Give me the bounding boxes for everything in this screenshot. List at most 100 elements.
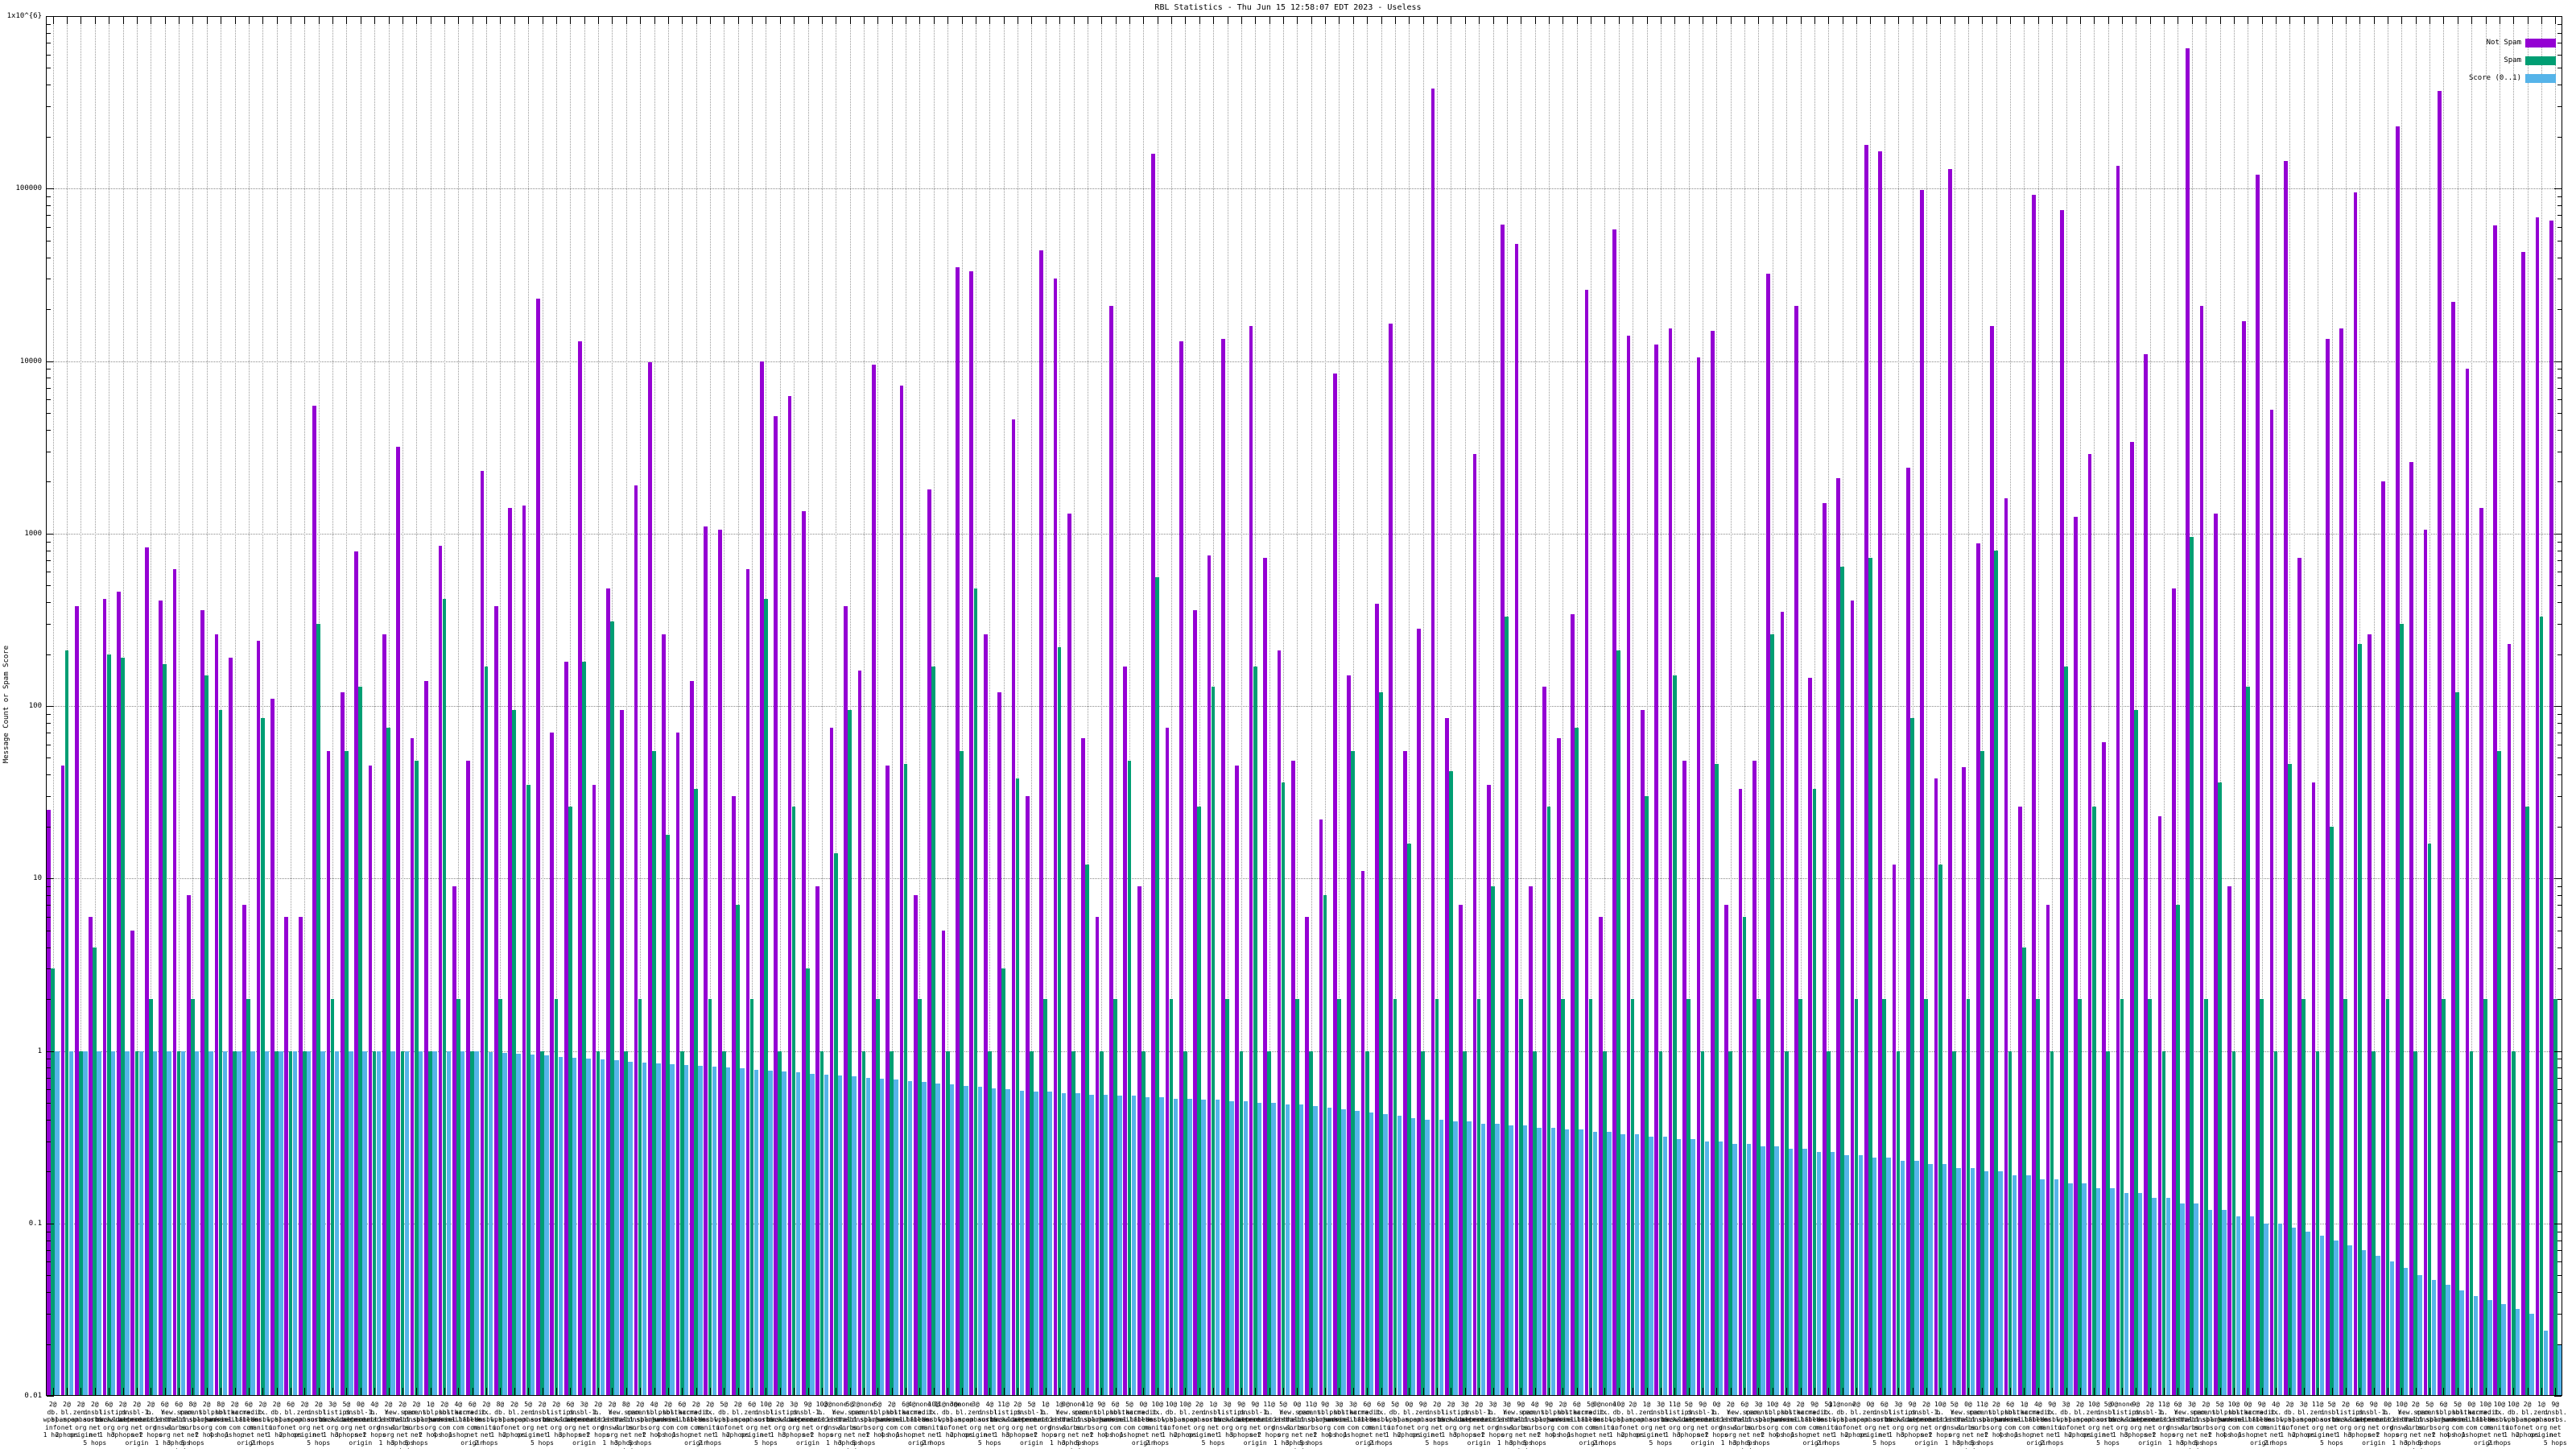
x-tick-label: bl. [1626,1408,1639,1416]
x-tick-label: org [745,1423,758,1431]
x-tick-label: net [984,1423,996,1431]
x-tick-label: origin [1690,1439,1715,1447]
x-tick-label: 9@ [2551,1401,2560,1408]
x-tick-label: 5@ [1684,1401,1693,1408]
chart-title: RBL Statistics - Thu Jun 15 12:58:07 EDT… [1154,3,1422,12]
x-tick-label: org [1892,1423,1905,1431]
x-tick-label: 9@ [2048,1401,2056,1408]
x-tick-label: info [2058,1423,2074,1431]
x-tick-label: bl. [60,1408,73,1416]
x-tick-label: ix. [1599,1408,1611,1416]
x-tick-label: ix. [2269,1408,2282,1416]
x-tick-label: org [117,1423,129,1431]
x-tick-label: net [1850,1423,1863,1431]
x-tick-label: 5 hops [852,1439,876,1447]
x-tick-label: b. [370,1408,378,1416]
x-tick-label: org [326,1423,339,1431]
x-tick-label: 2@ [706,1401,714,1408]
x-tick-label: 3@ [1657,1401,1665,1408]
x-tick-label: 2 hops [922,1439,946,1447]
x-tick-label: ix. [704,1408,716,1416]
x-tick-label: net [1291,1431,1303,1439]
legend-label-score: Score (0..1) [2468,74,2521,82]
x-tick-label: 1 hop [1119,1431,1139,1439]
x-tick-label: net [2549,1423,2562,1431]
x-tick-label: 3@ [1348,1401,1357,1408]
x-tick-label: 0@ [2467,1401,2475,1408]
x-tick-label: net [2326,1423,2338,1431]
x-tick-label: net [578,1423,590,1431]
x-tick-label: net [1626,1423,1639,1431]
x-tick-label: net [2186,1431,2198,1439]
x-tick-label: net [760,1423,772,1431]
x-tick-label: 5 hops [307,1439,331,1447]
x-tick-label: 6@ [160,1401,169,1408]
x-tick-label: 2 hops [698,1439,722,1447]
x-tick-label: ix. [1375,1408,1387,1416]
x-tick-label: 3@none [950,1401,973,1408]
x-tick-label: org [2311,1423,2324,1431]
x-tick-label: bl. [956,1408,968,1416]
x-tick-label: 3@ [580,1401,588,1408]
x-tick-label: org [522,1423,535,1431]
x-tick-label: 6@ [1740,1401,1748,1408]
x-tick-label: 2@ [663,1401,672,1408]
x-tick-label: org [829,1431,842,1439]
x-tick-label: 2 hops [1592,1439,1616,1447]
x-tick-label: 10@ [1151,1401,1163,1408]
rbl-statistics-chart: RBL Statistics - Thu Jun 15 12:58:07 EDT… [0,0,2576,1449]
x-tick-label: net [1472,1423,1485,1431]
x-tick-label: net [620,1431,632,1439]
legend-label-spam: Spam [2504,56,2521,64]
x-tick-label: net [1878,1423,1890,1431]
x-tick-label: 2@ [90,1401,99,1408]
x-tick-label: net [844,1431,856,1439]
x-tick-label: 5@ [1279,1401,1287,1408]
x-tick-label: 8@ [188,1401,197,1408]
x-tick-label: net [1430,1423,1443,1431]
x-tick-label: 2@ [384,1401,393,1408]
x-tick-label: 3@none [824,1401,848,1408]
x-tick-label: 2 hops [2264,1439,2288,1447]
x-tick-label: net [1738,1431,1751,1439]
x-tick-label: org [1948,1431,1960,1439]
x-tick-label: 2@ [594,1401,602,1408]
x-tick-label: 2@ [1558,1401,1567,1408]
x-tick-label: 1 hop [895,1431,916,1439]
x-tick-label: info [1387,1423,1403,1431]
x-tick-label: 2@ [2341,1401,2350,1408]
x-tick-label: 8@ [217,1401,225,1408]
y-tick-label: 1000 [24,530,42,538]
x-tick-label: 2@ [2202,1401,2211,1408]
x-tick-label: org [969,1423,982,1431]
x-tick-label: 5@ [1950,1401,1959,1408]
x-tick-label: net [1696,1423,1709,1431]
x-tick-label: 10@ [1934,1401,1946,1408]
x-tick-label: 5 hops [977,1439,1001,1447]
x-tick-label: 2@ [1922,1401,1930,1408]
x-tick-label: net [1179,1423,1191,1431]
x-tick-label: 5@ [873,1401,882,1408]
x-tick-label: com [1794,1423,1806,1431]
x-tick-label: 6@ [1111,1401,1120,1408]
x-tick-label: 5 hops [83,1439,107,1447]
x-tick-label: 10@ [2507,1401,2520,1408]
legend-item-score: Score (0..1) [2469,69,2556,87]
x-tick-label: org [872,1423,884,1431]
x-tick-label: 2@ [147,1401,155,1408]
x-tick-label: net [1920,1423,1933,1431]
x-tick-label: org [564,1423,576,1431]
x-tick-label: 6@ [2439,1401,2448,1408]
x-tick-label: 9@ [1908,1401,1917,1408]
x-tick-label: 9@ [1237,1401,1245,1408]
x-tick-label: net [1654,1423,1667,1431]
x-tick-label: 2@none [852,1401,876,1408]
x-tick-label: 5 hops [2194,1439,2218,1447]
x-tick-label: 4@ [1530,1401,1539,1408]
x-tick-label: 2@ [230,1401,239,1408]
x-tick-label: 0@ [1139,1401,1148,1408]
x-tick-label: info [1163,1423,1179,1431]
x-tick-label: org [1277,1431,1290,1439]
x-tick-label: org [1906,1423,1918,1431]
x-tick-label: 5 hops [1299,1439,1323,1447]
